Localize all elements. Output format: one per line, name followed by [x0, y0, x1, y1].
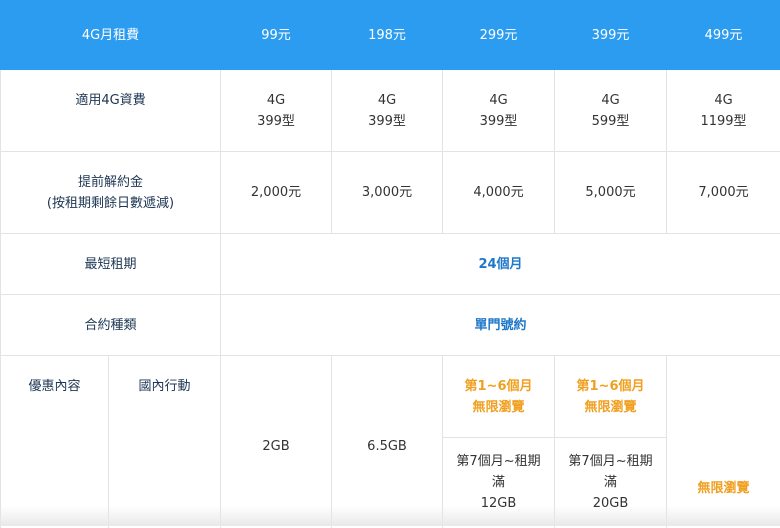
cell-line: 4G: [489, 93, 507, 108]
early-termination-value: 5,000元: [555, 152, 667, 234]
applicable-rate-cell: 4G 599型: [555, 70, 667, 152]
cell-line: 1199型: [700, 114, 746, 129]
cell-line: 4G: [714, 93, 732, 108]
applicable-rate-label: 適用4G資費: [1, 70, 221, 152]
cell-line: 4G: [601, 93, 619, 108]
label-line: (按租期剩餘日數遞減): [47, 196, 174, 211]
plan-comparison-table: 4G月租費 99元 198元 299元 399元 499元 適用4G資費 4G 3…: [0, 0, 780, 528]
cell-line: 399型: [368, 114, 406, 129]
header-plan-399: 399元: [555, 1, 667, 70]
cell-line: 4G: [378, 93, 396, 108]
applicable-rate-cell: 4G 399型: [443, 70, 555, 152]
discount-plan1-value: 2GB: [221, 356, 332, 528]
early-termination-value: 7,000元: [667, 152, 780, 234]
applicable-rate-cell: 4G 399型: [221, 70, 332, 152]
discount-label: 優惠內容: [1, 356, 109, 528]
discount-plan3-after-months: 第7個月~租期滿 12GB: [443, 438, 555, 528]
min-term-row: 最短租期 24個月: [1, 234, 780, 295]
applicable-rate-cell: 4G 399型: [332, 70, 443, 152]
cell-line: 599型: [592, 114, 630, 129]
discount-plan5-value: 無限瀏覽: [667, 356, 780, 528]
cell-line: 第7個月~租期: [456, 454, 540, 469]
cell-line: 無限瀏覽: [473, 400, 525, 415]
contract-type-label: 合約種類: [1, 295, 221, 356]
cell-line: 滿: [604, 475, 617, 490]
cell-line: 第7個月~租期: [568, 454, 652, 469]
contract-type-value: 單門號約: [221, 295, 780, 356]
header-plan-99: 99元: [221, 1, 332, 70]
cell-line: 滿: [492, 475, 505, 490]
header-plan-499: 499元: [667, 1, 780, 70]
early-termination-row: 提前解約金 (按租期剩餘日數遞減) 2,000元 3,000元 4,000元 5,…: [1, 152, 780, 234]
cell-line: 399型: [257, 114, 295, 129]
early-termination-value: 3,000元: [332, 152, 443, 234]
header-plan-198: 198元: [332, 1, 443, 70]
discount-row: 優惠內容 國內行動 2GB 6.5GB 第1~6個月無限瀏覽 第1~6個月無限瀏…: [1, 356, 780, 438]
header-row: 4G月租費 99元 198元 299元 399元 499元: [1, 1, 780, 70]
cell-line: 399型: [480, 114, 518, 129]
discount-plan3-first-months: 第1~6個月無限瀏覽: [443, 356, 555, 438]
cell-line: 20GB: [593, 496, 629, 511]
min-term-label: 最短租期: [1, 234, 221, 295]
header-label: 4G月租費: [1, 1, 221, 70]
label-line: 提前解約金: [78, 175, 143, 190]
cell-line: 第1~6個月: [465, 379, 533, 394]
discount-sub-label: 國內行動: [109, 356, 221, 528]
discount-plan4-after-months: 第7個月~租期滿 20GB: [555, 438, 667, 528]
cell-line: 第1~6個月: [577, 379, 645, 394]
applicable-rate-row: 適用4G資費 4G 399型 4G 399型 4G 399型 4G 599型 4G 119…: [1, 70, 780, 152]
cell-line: 4G: [267, 93, 285, 108]
discount-plan4-first-months: 第1~6個月無限瀏覽: [555, 356, 667, 438]
min-term-value: 24個月: [221, 234, 780, 295]
applicable-rate-cell: 4G 1199型: [667, 70, 780, 152]
header-plan-299: 299元: [443, 1, 555, 70]
discount-plan2-value: 6.5GB: [332, 356, 443, 528]
early-termination-value: 2,000元: [221, 152, 332, 234]
early-termination-label: 提前解約金 (按租期剩餘日數遞減): [1, 152, 221, 234]
contract-type-row: 合約種類 單門號約: [1, 295, 780, 356]
cell-line: 無限瀏覽: [585, 400, 637, 415]
early-termination-value: 4,000元: [443, 152, 555, 234]
cell-line: 12GB: [481, 496, 517, 511]
